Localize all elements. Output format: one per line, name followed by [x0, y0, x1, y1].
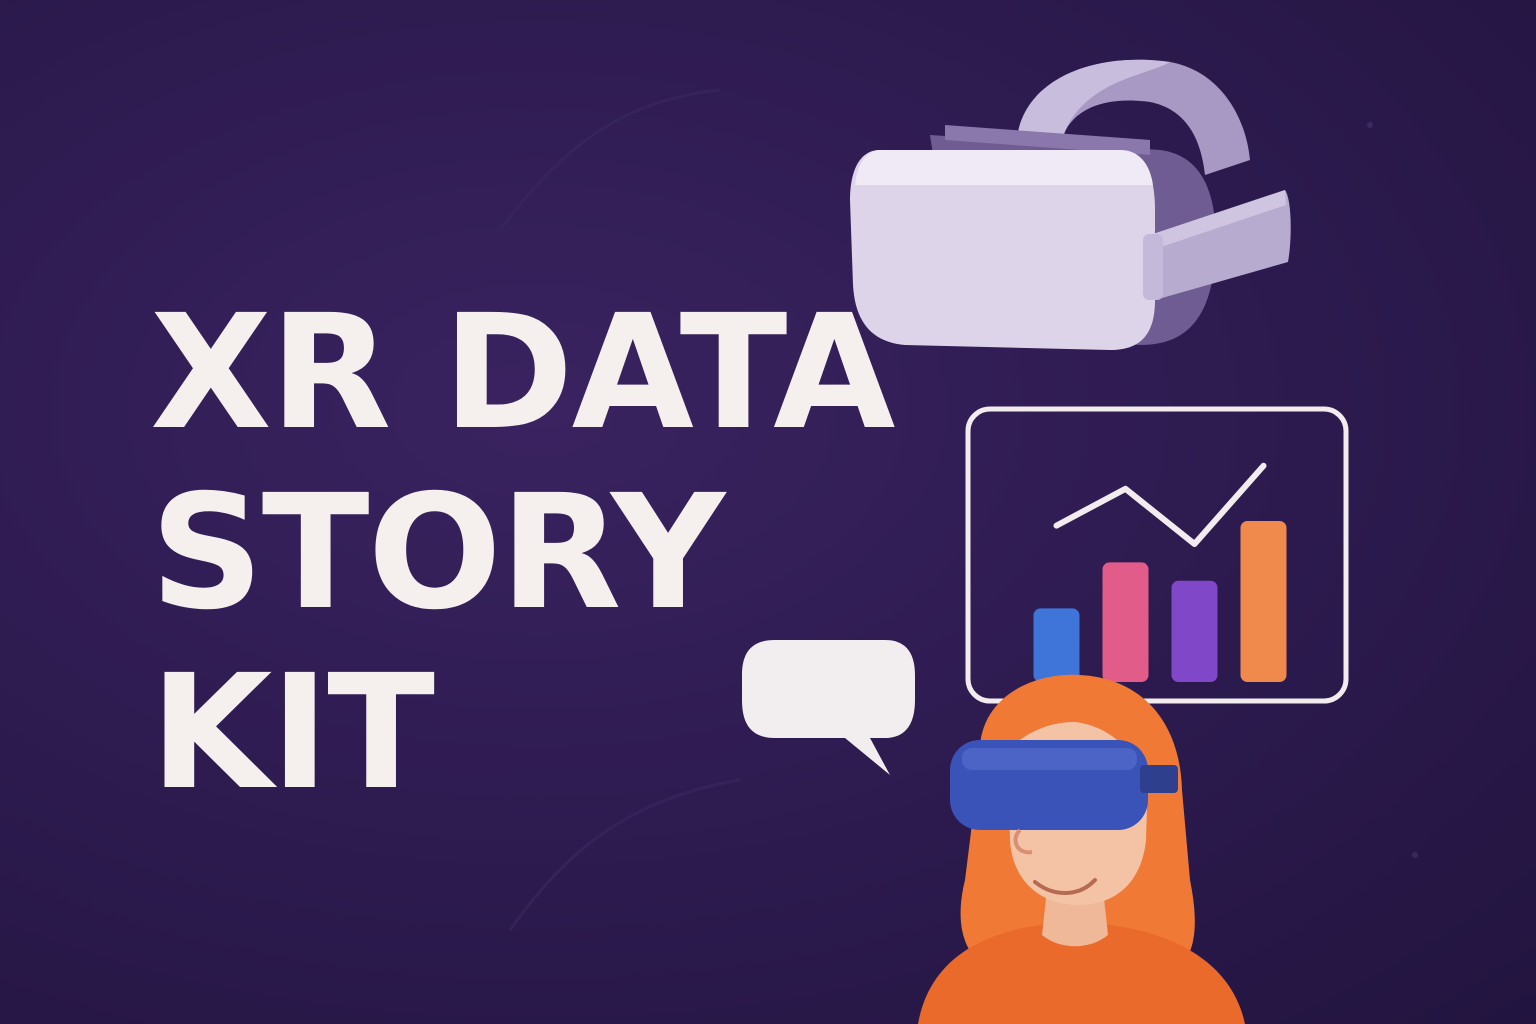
person-with-vr-icon — [918, 674, 1245, 1024]
